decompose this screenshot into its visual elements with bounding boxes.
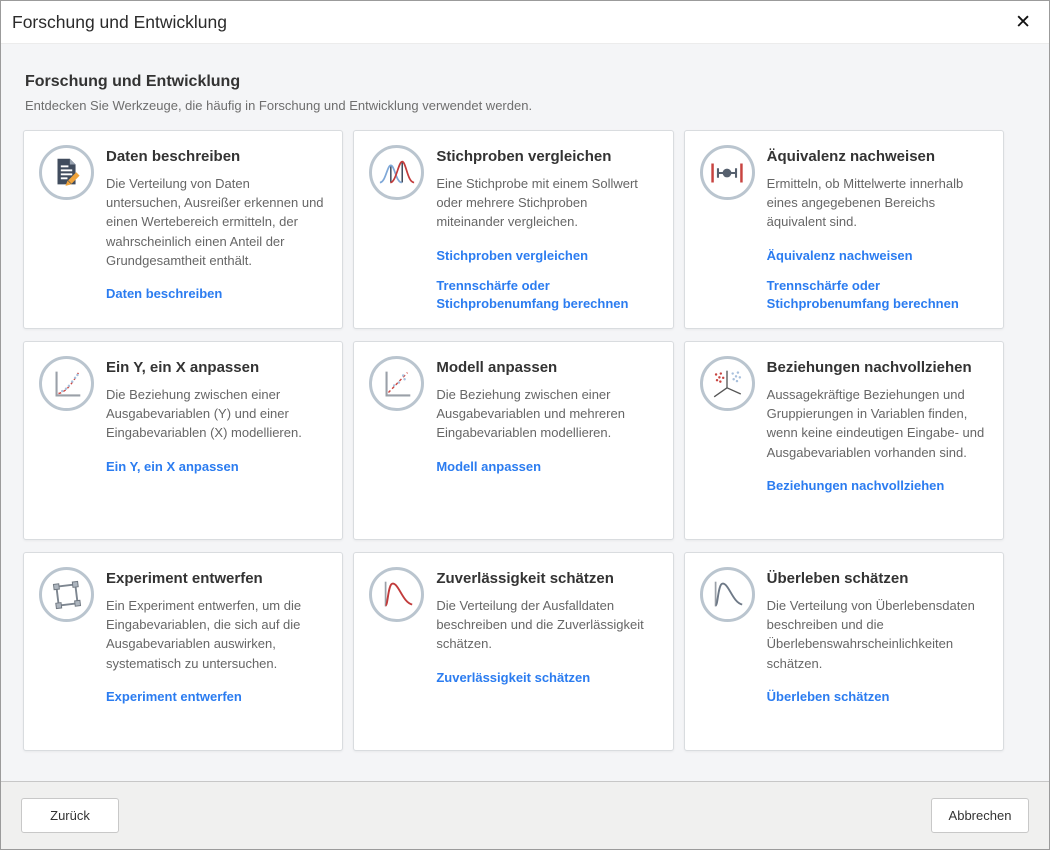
card-link-ueberleben-schaetzen[interactable]: Überleben schätzen xyxy=(767,688,988,706)
card-title: Überleben schätzen xyxy=(767,570,988,587)
card-description: Die Beziehung zwischen einer Ausgabevari… xyxy=(436,385,657,443)
card-experiment-entwerfen: Experiment entwerfen Ein Experiment entw… xyxy=(23,552,343,751)
card-body: Stichproben vergleichen Eine Stichprobe … xyxy=(436,145,657,314)
card-link-aequivalenz-nachweisen[interactable]: Äquivalenz nachweisen xyxy=(767,247,988,265)
3d-scatter-icon xyxy=(700,356,755,411)
window-title: Forschung und Entwicklung xyxy=(12,12,227,33)
card-link-ein-y-ein-x-anpassen[interactable]: Ein Y, ein X anpassen xyxy=(106,458,327,476)
card-description: Ermitteln, ob Mittelwerte innerhalb eine… xyxy=(767,174,988,232)
card-body: Äquivalenz nachweisen Ermitteln, ob Mitt… xyxy=(767,145,988,314)
card-body: Daten beschreiben Die Verteilung von Dat… xyxy=(106,145,327,314)
reliability-distribution-icon xyxy=(369,567,424,622)
scatter-curve-icon xyxy=(39,356,94,411)
card-ueberleben-schaetzen: Überleben schätzen Die Verteilung von Üb… xyxy=(684,552,1004,751)
distribution-curves-icon xyxy=(369,145,424,200)
card-stichproben-vergleichen: Stichproben vergleichen Eine Stichprobe … xyxy=(353,130,673,329)
card-link-experiment-entwerfen[interactable]: Experiment entwerfen xyxy=(106,688,327,706)
cancel-button[interactable]: Abbrechen xyxy=(931,798,1029,833)
card-body: Überleben schätzen Die Verteilung von Üb… xyxy=(767,567,988,736)
tool-card-grid: Daten beschreiben Die Verteilung von Dat… xyxy=(23,130,1004,751)
card-link-stichproben-vergleichen[interactable]: Stichproben vergleichen xyxy=(436,247,657,265)
titlebar: Forschung und Entwicklung ✕ xyxy=(1,1,1049,44)
card-description: Die Beziehung zwischen einer Ausgabevari… xyxy=(106,385,327,443)
card-body: Experiment entwerfen Ein Experiment entw… xyxy=(106,567,327,736)
card-link-beziehungen-nachvollziehen[interactable]: Beziehungen nachvollziehen xyxy=(767,477,988,495)
card-description: Die Verteilung von Überlebensdaten besch… xyxy=(767,596,988,673)
card-title: Modell anpassen xyxy=(436,359,657,376)
card-title: Zuverlässigkeit schätzen xyxy=(436,570,657,587)
dialog-footer: Zurück Abbrechen xyxy=(1,781,1049,849)
card-description: Die Verteilung der Ausfalldaten beschrei… xyxy=(436,596,657,654)
card-link-trennschaerfe-berechnen[interactable]: Trennschärfe oder Stichprobenumfang bere… xyxy=(436,277,657,312)
fitted-line-icon xyxy=(369,356,424,411)
card-zuverlaessigkeit-schaetzen: Zuverlässigkeit schätzen Die Verteilung … xyxy=(353,552,673,751)
page-title: Forschung und Entwicklung xyxy=(25,73,1004,91)
card-description: Ein Experiment entwerfen, um die Eingabe… xyxy=(106,596,327,673)
card-description: Die Verteilung von Daten untersuchen, Au… xyxy=(106,174,327,270)
card-link-daten-beschreiben[interactable]: Daten beschreiben xyxy=(106,285,327,303)
card-link-trennschaerfe-berechnen[interactable]: Trennschärfe oder Stichprobenumfang bere… xyxy=(767,277,988,312)
card-link-zuverlaessigkeit-schaetzen[interactable]: Zuverlässigkeit schätzen xyxy=(436,669,657,687)
card-daten-beschreiben: Daten beschreiben Die Verteilung von Dat… xyxy=(23,130,343,329)
card-ein-y-ein-x-anpassen: Ein Y, ein X anpassen Die Beziehung zwis… xyxy=(23,341,343,540)
card-body: Modell anpassen Die Beziehung zwischen e… xyxy=(436,356,657,525)
card-title: Stichproben vergleichen xyxy=(436,148,657,165)
back-button[interactable]: Zurück xyxy=(21,798,119,833)
card-title: Beziehungen nachvollziehen xyxy=(767,359,988,376)
page-subtitle: Entdecken Sie Werkzeuge, die häufig in F… xyxy=(25,98,1004,113)
dialog-window: Forschung und Entwicklung ✕ Forschung un… xyxy=(0,0,1050,850)
card-aequivalenz-nachweisen: Äquivalenz nachweisen Ermitteln, ob Mitt… xyxy=(684,130,1004,329)
card-title: Ein Y, ein X anpassen xyxy=(106,359,327,376)
card-body: Ein Y, ein X anpassen Die Beziehung zwis… xyxy=(106,356,327,525)
close-icon[interactable]: ✕ xyxy=(1011,11,1035,34)
card-title: Experiment entwerfen xyxy=(106,570,327,587)
card-description: Eine Stichprobe mit einem Sollwert oder … xyxy=(436,174,657,232)
card-body: Zuverlässigkeit schätzen Die Verteilung … xyxy=(436,567,657,736)
document-pencil-icon xyxy=(39,145,94,200)
card-title: Daten beschreiben xyxy=(106,148,327,165)
card-modell-anpassen: Modell anpassen Die Beziehung zwischen e… xyxy=(353,341,673,540)
card-title: Äquivalenz nachweisen xyxy=(767,148,988,165)
equivalence-interval-icon xyxy=(700,145,755,200)
card-body: Beziehungen nachvollziehen Aussagekräfti… xyxy=(767,356,988,525)
design-square-icon xyxy=(39,567,94,622)
card-beziehungen-nachvollziehen: Beziehungen nachvollziehen Aussagekräfti… xyxy=(684,341,1004,540)
survival-distribution-icon xyxy=(700,567,755,622)
card-description: Aussagekräftige Beziehungen und Gruppier… xyxy=(767,385,988,462)
card-link-modell-anpassen[interactable]: Modell anpassen xyxy=(436,458,657,476)
dialog-content: Forschung und Entwicklung Entdecken Sie … xyxy=(1,44,1049,781)
